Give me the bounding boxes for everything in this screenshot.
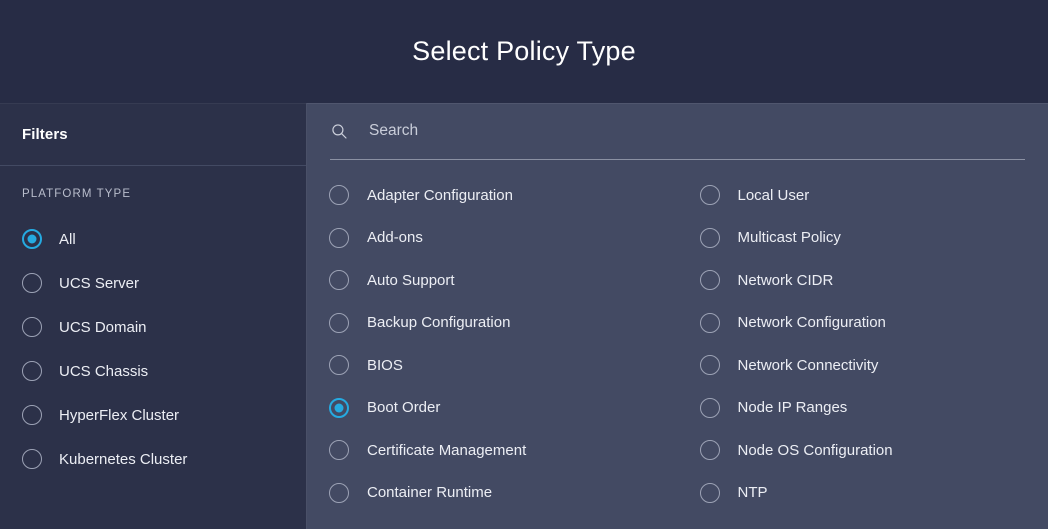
policy-option-multicast-policy[interactable]: Multicast Policy bbox=[678, 217, 1048, 260]
filters-sidebar: Filters PLATFORM TYPE All UCS Server UCS D… bbox=[0, 103, 307, 529]
filter-option-label: UCS Domain bbox=[59, 318, 147, 336]
policy-option-label: Node OS Configuration bbox=[737, 441, 893, 459]
search-icon bbox=[332, 123, 347, 139]
policy-column-right: Local User Multicast Policy Network CIDR Ne… bbox=[678, 174, 1048, 514]
policy-option-network-cidr[interactable]: Network CIDR bbox=[678, 259, 1048, 302]
radio-unselected-icon[interactable] bbox=[22, 405, 42, 425]
policy-option-container-runtime[interactable]: Container Runtime bbox=[307, 472, 678, 515]
page-title: Select Policy Type bbox=[412, 36, 636, 66]
policy-option-label: Auto Support bbox=[367, 271, 455, 289]
radio-unselected-icon[interactable] bbox=[22, 317, 42, 337]
dialog-body: Filters PLATFORM TYPE All UCS Server UCS D… bbox=[0, 103, 1048, 529]
radio-unselected-icon[interactable] bbox=[699, 270, 720, 291]
radio-unselected-icon[interactable] bbox=[22, 449, 42, 469]
filter-option-ucs-server[interactable]: UCS Server bbox=[0, 261, 306, 305]
policy-option-adapter-configuration[interactable]: Adapter Configuration bbox=[307, 174, 678, 217]
filter-option-hyperflex-cluster[interactable]: HyperFlex Cluster bbox=[0, 393, 306, 437]
dialog-header: Select Policy Type bbox=[0, 0, 1048, 103]
radio-unselected-icon[interactable] bbox=[329, 482, 349, 503]
policy-list-panel: Adapter Configuration Add-ons Auto Support… bbox=[307, 103, 1048, 529]
radio-unselected-icon[interactable] bbox=[22, 273, 42, 293]
policy-option-boot-order[interactable]: Boot Order bbox=[307, 387, 678, 430]
filters-header: Filters bbox=[0, 103, 306, 166]
radio-unselected-icon[interactable] bbox=[22, 361, 42, 381]
radio-unselected-icon[interactable] bbox=[699, 355, 720, 376]
policy-option-add-ons[interactable]: Add-ons bbox=[307, 217, 678, 260]
radio-selected-icon[interactable] bbox=[22, 229, 42, 249]
radio-selected-icon[interactable] bbox=[329, 397, 349, 418]
policy-option-auto-support[interactable]: Auto Support bbox=[307, 259, 678, 302]
radio-unselected-icon[interactable] bbox=[329, 440, 349, 461]
radio-unselected-icon[interactable] bbox=[699, 312, 720, 333]
policy-scroll-area[interactable]: Adapter Configuration Add-ons Auto Support… bbox=[307, 160, 1048, 529]
policy-option-label: Node IP Ranges bbox=[737, 399, 848, 417]
policy-option-label: Adapter Configuration bbox=[367, 186, 513, 204]
policy-option-network-connectivity[interactable]: Network Connectivity bbox=[678, 344, 1048, 387]
filter-option-ucs-domain[interactable]: UCS Domain bbox=[0, 305, 306, 349]
radio-unselected-icon[interactable] bbox=[329, 227, 349, 248]
filter-option-label: Kubernetes Cluster bbox=[59, 450, 188, 468]
policy-option-label: Network CIDR bbox=[737, 271, 834, 289]
policy-option-ntp[interactable]: NTP bbox=[678, 472, 1048, 515]
radio-unselected-icon[interactable] bbox=[329, 270, 349, 291]
radio-unselected-icon[interactable] bbox=[699, 185, 720, 206]
search-area bbox=[307, 103, 1048, 159]
filter-option-label: UCS Server bbox=[59, 274, 140, 292]
policy-option-label: Backup Configuration bbox=[367, 314, 511, 332]
policy-option-label: Boot Order bbox=[367, 399, 441, 417]
radio-unselected-icon[interactable] bbox=[329, 185, 349, 206]
radio-unselected-icon[interactable] bbox=[699, 397, 720, 418]
platform-type-radio-list: All UCS Server UCS Domain UCS Chassis HyperF… bbox=[0, 217, 306, 481]
policy-option-local-user[interactable]: Local User bbox=[678, 174, 1048, 217]
filter-option-all[interactable]: All bbox=[0, 217, 306, 261]
policy-option-backup-configuration[interactable]: Backup Configuration bbox=[307, 302, 678, 345]
policy-option-label: Container Runtime bbox=[367, 484, 493, 502]
platform-type-filter-group: PLATFORM TYPE All UCS Server UCS Domain UCS… bbox=[0, 166, 306, 481]
radio-unselected-icon[interactable] bbox=[699, 440, 720, 461]
policy-option-label: Network Configuration bbox=[737, 314, 886, 332]
policy-option-node-os-configuration[interactable]: Node OS Configuration bbox=[678, 429, 1048, 472]
filter-option-ucs-chassis[interactable]: UCS Chassis bbox=[0, 349, 306, 393]
filter-option-label: All bbox=[59, 230, 76, 248]
search-input[interactable] bbox=[369, 122, 1025, 140]
policy-option-label: Multicast Policy bbox=[737, 229, 841, 247]
policy-option-label: Add-ons bbox=[367, 229, 423, 247]
policy-option-label: NTP bbox=[737, 484, 768, 502]
search-box[interactable] bbox=[330, 103, 1025, 159]
radio-unselected-icon[interactable] bbox=[329, 355, 349, 376]
filters-title: Filters bbox=[22, 125, 68, 143]
platform-type-label: PLATFORM TYPE bbox=[22, 188, 132, 200]
radio-unselected-icon[interactable] bbox=[699, 227, 720, 248]
policy-grid: Adapter Configuration Add-ons Auto Support… bbox=[307, 174, 1048, 514]
policy-option-label: Certificate Management bbox=[367, 441, 527, 459]
policy-option-node-ip-ranges[interactable]: Node IP Ranges bbox=[678, 387, 1048, 430]
radio-unselected-icon[interactable] bbox=[699, 482, 720, 503]
filter-option-kubernetes-cluster[interactable]: Kubernetes Cluster bbox=[0, 437, 306, 481]
policy-option-certificate-management[interactable]: Certificate Management bbox=[307, 429, 678, 472]
policy-option-label: BIOS bbox=[367, 356, 403, 374]
select-policy-type-dialog: Select Policy Type Filters PLATFORM TYPE… bbox=[0, 0, 1048, 529]
radio-unselected-icon[interactable] bbox=[329, 312, 349, 333]
policy-option-label: Network Connectivity bbox=[737, 356, 879, 374]
filter-option-label: UCS Chassis bbox=[59, 362, 149, 380]
policy-option-bios[interactable]: BIOS bbox=[307, 344, 678, 387]
policy-option-label: Local User bbox=[737, 186, 810, 204]
policy-option-network-configuration[interactable]: Network Configuration bbox=[678, 302, 1048, 345]
policy-column-left: Adapter Configuration Add-ons Auto Support… bbox=[307, 174, 678, 514]
filter-option-label: HyperFlex Cluster bbox=[59, 406, 180, 424]
